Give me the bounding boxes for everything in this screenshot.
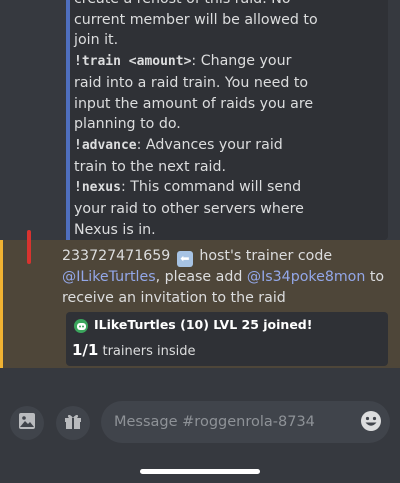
gift-button[interactable] — [56, 406, 90, 440]
attach-image-button[interactable] — [10, 406, 44, 440]
nexus-desc: : This command will send — [120, 179, 302, 196]
message-input[interactable] — [101, 401, 390, 443]
embed-line: input the amount of raids you are — [74, 95, 314, 112]
embed-line: train to the next raid. — [74, 158, 227, 175]
message-text: , please add — [155, 269, 247, 285]
user-mention[interactable]: @ILikeTurtles — [62, 269, 156, 285]
train-desc: : Change your — [191, 53, 292, 70]
gift-icon — [64, 412, 82, 434]
bot-embed: create a rehost of this raid. No current… — [66, 0, 388, 240]
home-indicator[interactable] — [140, 469, 260, 474]
embed-line: create a rehost of this raid. No — [74, 0, 374, 10]
join-title: ILikeTurtles (10) LVL 25 joined! — [94, 317, 313, 332]
join-embed: ILikeTurtles (10) LVL 25 joined! 1/1 tra… — [66, 312, 388, 366]
embed-line: raid into a raid train. You need to — [74, 74, 309, 91]
message-text: to — [365, 269, 385, 285]
advance-desc: : Advances your raid — [136, 136, 283, 153]
new-marker — [27, 230, 31, 264]
embed-line: your raid to other servers where — [74, 201, 304, 218]
count-value: 1/1 — [72, 341, 99, 359]
embed-line: planning to do. — [74, 116, 181, 133]
embed-description: create a rehost of this raid. No current… — [74, 0, 374, 240]
message-text: host's trainer code — [199, 248, 333, 264]
emoji-icon — [360, 411, 382, 436]
train-command: !train <amount> — [74, 54, 192, 70]
nexus-command: !nexus — [74, 180, 121, 196]
user-mention[interactable]: @Is34poke8mon — [247, 269, 365, 285]
train-command-line: !train <amount>: Change your — [74, 51, 374, 73]
message-input-bar — [0, 396, 400, 452]
count-label: trainers inside — [98, 344, 196, 359]
left-arrow-icon: ⬅ — [176, 251, 193, 267]
embed-line: Nexus is in. — [74, 221, 156, 238]
emoji-button[interactable] — [360, 410, 382, 432]
message-content: 233727471659 ⬅ host's trainer code @ILik… — [62, 246, 392, 308]
discord-icon — [74, 319, 88, 333]
advance-command: !advance — [74, 137, 137, 153]
trainer-code: 233727471659 — [62, 248, 171, 264]
embed-line: current member will be allowed to — [74, 11, 318, 28]
embed-line: join it. — [74, 32, 119, 49]
trainer-count: 1/1 trainers inside — [72, 341, 196, 359]
message-text: receive an invitation to the raid — [62, 289, 286, 306]
advance-command-line: !advance: Advances your raid — [74, 135, 374, 157]
nexus-command-line: !nexus: This command will send — [74, 177, 374, 199]
image-icon — [18, 412, 36, 434]
